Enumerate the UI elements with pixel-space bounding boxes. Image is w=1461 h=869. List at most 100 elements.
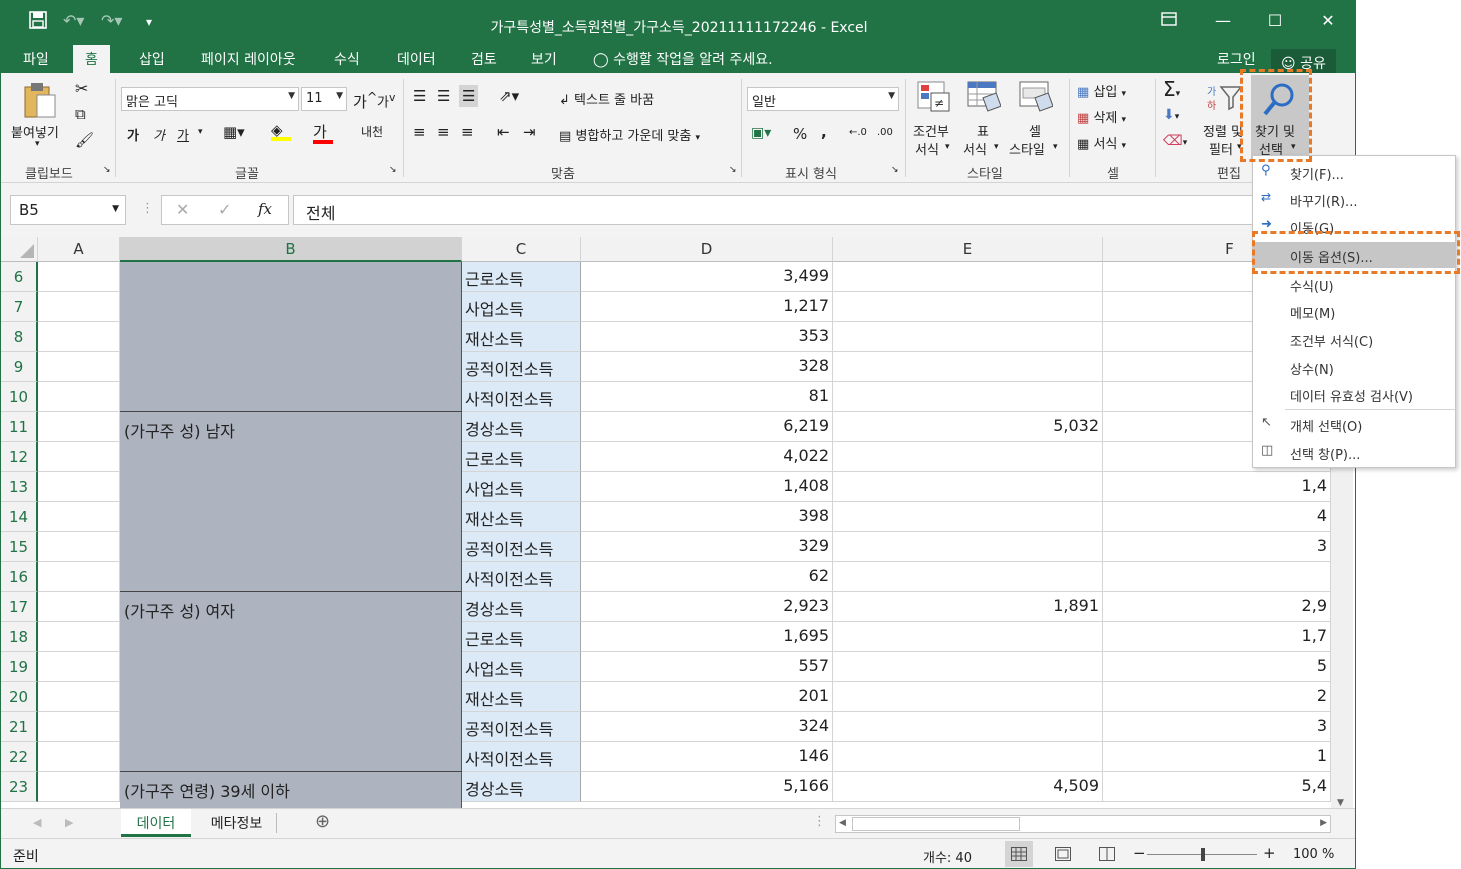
cell-a[interactable] xyxy=(38,652,120,682)
zoom-level[interactable]: 100 % xyxy=(1293,847,1334,862)
cell-e[interactable] xyxy=(833,502,1103,532)
column-header-b[interactable]: B xyxy=(120,237,462,262)
cell-a[interactable] xyxy=(38,772,120,802)
cell-f[interactable]: 2 xyxy=(1103,682,1331,712)
cell-a[interactable] xyxy=(38,742,120,772)
horizontal-scrollbar[interactable]: ◀ ▶ xyxy=(835,815,1331,833)
cell-c[interactable]: 공적이전소득 xyxy=(462,352,581,382)
dialog-launcher-icon[interactable]: ↘ xyxy=(729,165,737,175)
cell-c[interactable]: 사업소득 xyxy=(462,472,581,502)
cell-c[interactable]: 근로소득 xyxy=(462,262,581,292)
row-header[interactable]: 22 xyxy=(1,742,38,772)
cell-e[interactable] xyxy=(833,352,1103,382)
copy-icon[interactable]: ⧉ xyxy=(75,105,86,123)
row-header[interactable]: 21 xyxy=(1,712,38,742)
align-left-icon[interactable]: ≡ xyxy=(413,123,426,141)
cell-d[interactable]: 324 xyxy=(581,712,833,742)
cell-e[interactable] xyxy=(833,742,1103,772)
cell-f[interactable]: 1,7 xyxy=(1103,622,1331,652)
formula-input[interactable]: 전체 xyxy=(293,195,1355,225)
merged-cell-b-group[interactable]: (가구주 연령) 39세 이하 xyxy=(120,772,462,808)
cell-f[interactable]: 5 xyxy=(1103,652,1331,682)
paste-icon[interactable] xyxy=(21,81,57,125)
cell-c[interactable]: 공적이전소득 xyxy=(462,712,581,742)
decrease-font-icon[interactable]: 가v xyxy=(377,91,395,110)
cell-d[interactable]: 81 xyxy=(581,382,833,412)
format-cells-button[interactable]: ▦ 서식 ▾ xyxy=(1077,133,1126,152)
insert-function-icon[interactable]: fx xyxy=(258,200,272,218)
cell-f[interactable]: 1 xyxy=(1103,742,1331,772)
cell-c[interactable]: 경상소득 xyxy=(462,412,581,442)
column-header-e[interactable]: E xyxy=(833,237,1103,262)
menu-item-formulas[interactable]: 수식(U) xyxy=(1253,271,1455,297)
cell-e[interactable] xyxy=(833,562,1103,592)
cell-d[interactable]: 2,923 xyxy=(581,592,833,622)
menu-item-replace[interactable]: ⇄ 바꾸기(R)... xyxy=(1253,186,1455,212)
cell-c[interactable]: 사업소득 xyxy=(462,292,581,322)
chevron-down-icon[interactable]: ▾ xyxy=(994,142,999,152)
cell-c[interactable]: 재산소득 xyxy=(462,322,581,352)
cell-d[interactable]: 62 xyxy=(581,562,833,592)
row-header[interactable]: 16 xyxy=(1,562,38,592)
row-header[interactable]: 6 xyxy=(1,262,38,292)
merged-cell-b-group[interactable]: (가구주 성) 남자 xyxy=(120,412,462,592)
accounting-format-icon[interactable]: ▣▾ xyxy=(751,125,771,141)
select-all-corner[interactable] xyxy=(1,237,38,262)
cell-d[interactable]: 6,219 xyxy=(581,412,833,442)
cell-a[interactable] xyxy=(38,292,120,322)
merged-cell-b-group[interactable]: (가구주 성) 여자 xyxy=(120,592,462,772)
cell-c[interactable]: 근로소득 xyxy=(462,622,581,652)
align-center-icon[interactable]: ≡ xyxy=(437,123,450,141)
align-top-icon[interactable]: ☰ xyxy=(413,87,426,105)
cell-c[interactable]: 사적이전소득 xyxy=(462,742,581,772)
fill-icon[interactable]: ⬇▾ xyxy=(1163,107,1179,123)
spreadsheet-grid[interactable]: A B C D E F 6 근로소득 3,499 7 사업소득 1,217 8 재산소득 353… xyxy=(1,237,1355,808)
sheet-tab-data[interactable]: 데이터 xyxy=(121,809,191,837)
cell-a[interactable] xyxy=(38,442,120,472)
cell-c[interactable]: 경상소득 xyxy=(462,592,581,622)
cell-c[interactable]: 재산소득 xyxy=(462,682,581,712)
tab-insert[interactable]: 삽입 xyxy=(133,49,171,69)
cell-e[interactable] xyxy=(833,532,1103,562)
cell-f[interactable] xyxy=(1103,562,1331,592)
scroll-down-icon[interactable]: ▼ xyxy=(1337,798,1344,808)
menu-item-constants[interactable]: 상수(N) xyxy=(1253,354,1455,380)
conditional-format-icon[interactable]: ≠ xyxy=(917,81,951,117)
menu-item-find[interactable]: ⚲ 찾기(F)... xyxy=(1253,159,1455,185)
cell-f[interactable]: 1,4 xyxy=(1103,472,1331,502)
menu-item-conditional-format[interactable]: 조건부 서식(C) xyxy=(1253,326,1455,352)
borders-icon[interactable]: ▦▾ xyxy=(223,123,245,141)
menu-item-select-objects[interactable]: ↖ 개체 선택(O) xyxy=(1253,411,1455,437)
format-as-table-label-2[interactable]: 서식 xyxy=(963,139,987,158)
chevron-down-icon[interactable]: ▾ xyxy=(198,127,203,137)
cell-e[interactable] xyxy=(833,472,1103,502)
percent-button[interactable]: % xyxy=(793,125,807,143)
zoom-in-icon[interactable]: + xyxy=(1263,844,1276,862)
row-header[interactable]: 10 xyxy=(1,382,38,412)
name-box[interactable]: B5 ▼ xyxy=(10,195,126,225)
bold-button[interactable]: 가 xyxy=(127,125,139,144)
menu-item-comments[interactable]: 메모(M) xyxy=(1253,298,1455,324)
cell-e[interactable]: 5,032 xyxy=(833,412,1103,442)
cell-d[interactable]: 201 xyxy=(581,682,833,712)
decrease-indent-icon[interactable]: ⇤ xyxy=(497,123,510,141)
scroll-left-icon[interactable]: ◀ xyxy=(839,818,846,828)
tab-formulas[interactable]: 수식 xyxy=(328,49,366,69)
format-painter-icon[interactable]: 🖌 xyxy=(75,131,94,149)
decrease-decimal-icon[interactable]: .00 xyxy=(877,127,893,138)
column-header-c[interactable]: C xyxy=(462,237,581,262)
zoom-slider[interactable] xyxy=(1147,848,1257,861)
font-name-select[interactable]: 맑은 고딕 ▼ xyxy=(121,87,299,111)
cell-f[interactable]: 5,4 xyxy=(1103,772,1331,802)
comma-button[interactable]: , xyxy=(821,123,827,141)
page-layout-view-icon[interactable] xyxy=(1055,847,1071,865)
cell-a[interactable] xyxy=(38,472,120,502)
cell-c[interactable]: 사적이전소득 xyxy=(462,382,581,412)
delete-cells-button[interactable]: ▦ 삭제 ▾ xyxy=(1077,107,1126,126)
normal-view-icon[interactable] xyxy=(1005,841,1033,867)
cell-d[interactable]: 328 xyxy=(581,352,833,382)
tab-view[interactable]: 보기 xyxy=(525,49,563,69)
maximize-icon[interactable]: ☐ xyxy=(1255,11,1295,30)
cell-a[interactable] xyxy=(38,412,120,442)
cell-f[interactable]: 2,9 xyxy=(1103,592,1331,622)
